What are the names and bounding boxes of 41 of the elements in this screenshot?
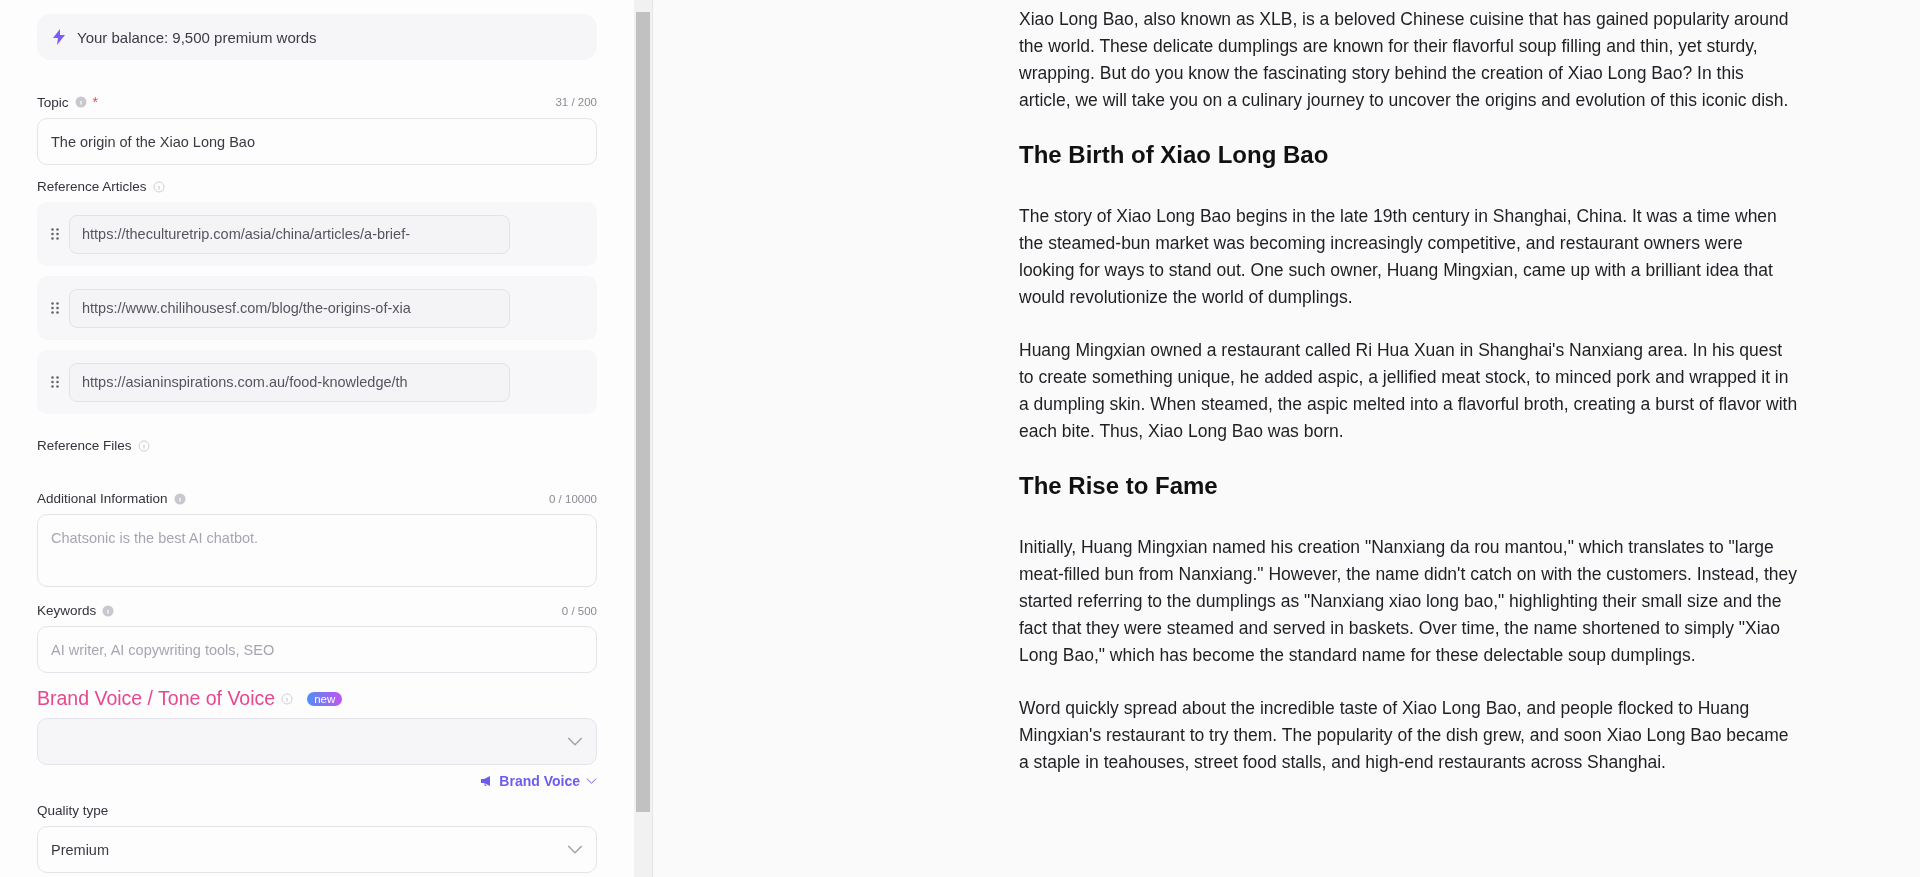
field-label: Reference Files xyxy=(37,438,132,453)
field-label: Reference Articles xyxy=(37,179,147,194)
character-counter: 31 / 200 xyxy=(555,96,597,108)
new-badge: new xyxy=(307,691,343,706)
balance-text: Your balance: 9,500 premium words xyxy=(77,28,317,46)
url-input[interactable]: https://asianinspirations.com.au/food-knowledge/th xyxy=(69,362,510,402)
required-mark: * xyxy=(92,94,98,110)
scrollbar[interactable] xyxy=(634,0,653,877)
drag-handle-icon[interactable] xyxy=(51,376,59,388)
field-label: Topic xyxy=(37,94,69,110)
info-icon xyxy=(102,604,115,617)
drag-handle-icon[interactable] xyxy=(51,228,59,240)
article-paragraph: Huang Mingxian owned a restaurant called Ri Hua Xuan in Shanghai's Nanxiang area. In his quest to create something unique, he added aspic, a jellified meat stock, to minced pork and wrapped it in a dumpling skin. When steamed, the aspic melted into a flavorful broth, creating a burst of flavor with each bite. Thus, Xiao Long Bao was born. xyxy=(1019,339,1799,443)
article-paragraph: Initially, Huang Mingxian named his creation "Nanxiang da rou mantou," which translates to "large meat-filled bun from Nanxiang." However, the name didn't catch on with the customers. Instead, they started referring to the dumplings as "Nanxiang xiao long bao," highlighting their small size and the fact that they were steamed and served in baskets. Over time, the name shortened to simply "Xiao Long Bao," which has become the standard name for these delectable soup dumplings. xyxy=(1019,536,1798,667)
info-icon xyxy=(137,439,150,452)
info-icon xyxy=(173,492,186,505)
scrollbar-thumb[interactable] xyxy=(636,12,650,812)
url-input[interactable]: https://www.chilihousesf.com/blog/the-origins-of-xia xyxy=(69,288,510,328)
topic-input[interactable]: The origin of the Xiao Long Bao xyxy=(37,118,597,165)
chevron-down-icon xyxy=(567,736,583,747)
info-icon xyxy=(152,180,165,193)
field-label: Keywords xyxy=(37,603,97,618)
article-heading: The Rise to Fame xyxy=(1019,471,1219,501)
info-icon xyxy=(281,692,294,705)
chevron-down-icon xyxy=(586,777,597,785)
drag-handle-icon[interactable] xyxy=(51,302,59,314)
section-title: Brand Voice / Tone of Voice xyxy=(37,687,276,710)
chevron-down-icon xyxy=(567,844,583,855)
lightning-icon xyxy=(53,29,65,45)
article-paragraph: Word quickly spread about the incredible taste of Xiao Long Bao, and people flocked to Huang Mingxian's restaurant to try them. The popularity of the dish grew, and soon Xiao Long Bao became a staple in teahouses, street food stalls, and high-end restaurants across Shanghai. xyxy=(1019,697,1790,774)
info-icon xyxy=(74,96,87,108)
article-paragraph: The story of Xiao Long Bao begins in the late 19th century in Shanghai, China. It was a time when the steamed-bun market was becoming increasingly competitive, and restaurant owners were looking for ways to stand out. One such owner, Huang Mingxian, came up with a brilliant idea that would revolutionize the world of dumplings. xyxy=(1019,205,1778,309)
article-paragraph: Xiao Long Bao, also known as XLB, is a beloved Chinese cuisine that has gained popularity around the world. These delicate dumplings are known for their flavorful soup filling and thin, yet sturdy, wrapping. But do you know the fascinating story behind the creation of Xiao Long Bao? In this article, we will take you on a culinary journey to uncover the origins and evolution of this iconic dish. xyxy=(1019,8,1790,112)
field-label: Additional Information xyxy=(37,491,168,506)
brand-voice-link[interactable]: Brand Voice xyxy=(480,773,597,789)
article-heading: The Birth of Xiao Long Bao xyxy=(1019,140,1330,170)
quality-type-select[interactable]: Premium xyxy=(37,826,597,873)
character-counter: 0 / 500 xyxy=(561,604,597,617)
character-counter: 0 / 10000 xyxy=(549,492,597,505)
url-input[interactable]: https://theculturetrip.com/asia/china/articles/a-brief- xyxy=(69,214,510,254)
field-label: Quality type xyxy=(37,803,109,818)
